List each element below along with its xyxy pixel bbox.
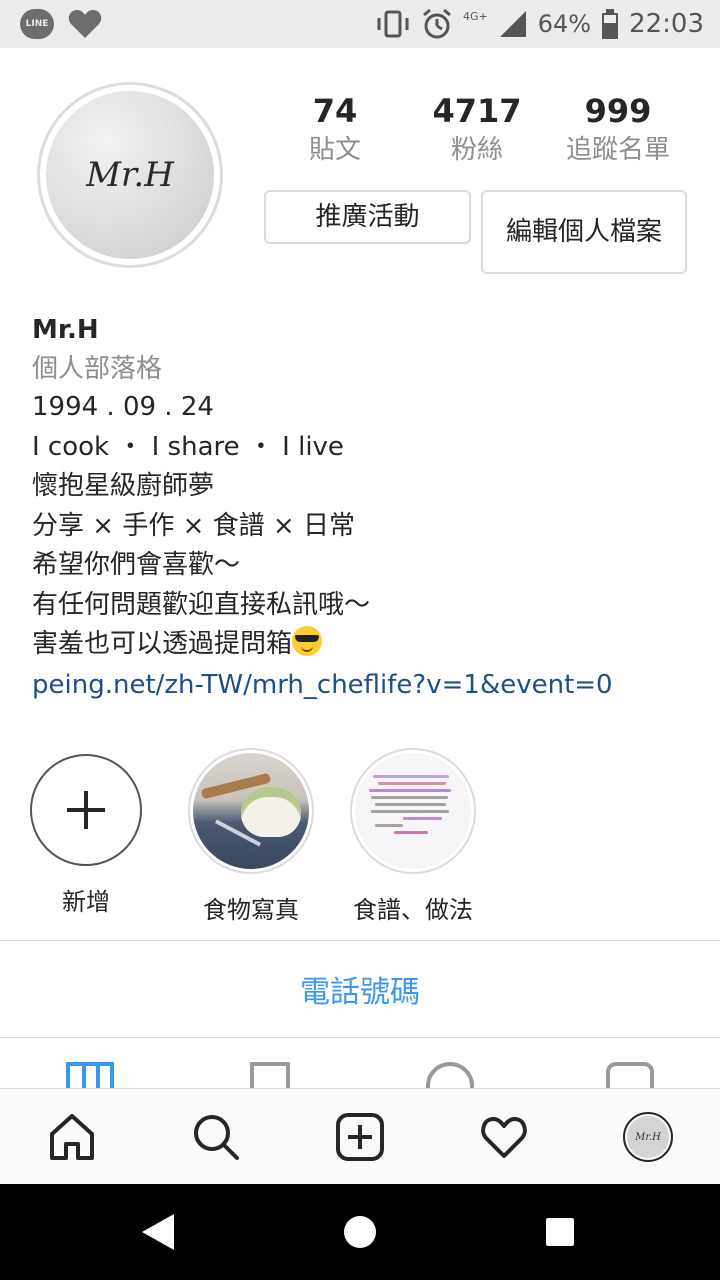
igtv-icon[interactable] [250, 1062, 290, 1088]
note-line [370, 810, 450, 813]
vibrate-icon [377, 10, 409, 38]
search-icon[interactable] [190, 1111, 242, 1163]
plus-icon [67, 791, 105, 829]
battery-percent: 64% [537, 10, 592, 38]
note-line [378, 782, 446, 785]
clock: 22:03 [629, 9, 704, 39]
posts-count[interactable]: 74 貼文 [300, 90, 370, 168]
highlight-recipes[interactable]: 食譜、做法 [346, 748, 480, 925]
signal-icon [499, 11, 526, 37]
profile-name: Mr.H [32, 315, 99, 345]
sunglasses-emoji-icon [292, 626, 323, 656]
system-navigation-bar [0, 1184, 720, 1280]
highlight-new-circle[interactable] [30, 754, 142, 866]
note-line [372, 775, 450, 778]
new-post-icon[interactable] [334, 1111, 386, 1163]
bio-line: 希望你們會喜歡～ [32, 550, 241, 580]
avatar: Mr.H [623, 1112, 673, 1162]
following-count-label: 追蹤名單 [565, 135, 670, 165]
line-badge-text: LINE [25, 19, 49, 29]
followers-count-label: 粉絲 [450, 135, 503, 165]
note-line [370, 796, 448, 799]
highlight-food-photos[interactable]: 食物寫真 [186, 748, 316, 925]
avatar-logo-text: Mr.H [86, 155, 174, 195]
highlight-cover[interactable] [188, 748, 314, 874]
bio-line-text: 害羞也可以透過提問箱 [32, 629, 293, 659]
highlight-label: 食物寫真 [203, 896, 299, 924]
following-count-value: 999 [584, 92, 652, 130]
battery-icon [602, 9, 619, 39]
avatar-image: Mr.H [46, 91, 214, 259]
profile-bio: Mr.H 個人部落格 1994 . 09 . 24 I cook ・ I sha… [32, 310, 692, 705]
bottom-navigation: Mr.H [0, 1088, 720, 1184]
note-line [403, 817, 442, 820]
highlight-new[interactable]: 新增 [29, 754, 143, 917]
posts-count-label: 貼文 [308, 135, 361, 165]
home-button-icon[interactable] [344, 1216, 376, 1248]
following-count[interactable]: 999 追蹤名單 [555, 90, 681, 168]
alarm-icon [423, 8, 451, 39]
highlight-cover-image [193, 753, 309, 869]
bowl [241, 787, 301, 837]
phone-number-button[interactable]: 電話號碼 [0, 941, 720, 1037]
line-icon: LINE [20, 9, 54, 39]
saved-icon[interactable] [426, 1062, 474, 1088]
bio-website-link[interactable]: peing.net/zh-TW/mrh_cheflife?v=1&event=0 [32, 665, 692, 705]
followers-count-value: 4717 [432, 92, 522, 130]
posts-count-value: 74 [312, 92, 358, 130]
bio-line-with-emoji: 害羞也可以透過提問箱 [32, 625, 692, 665]
highlight-label: 新增 [62, 888, 110, 916]
edit-profile-button[interactable]: 編輯個人檔案 [481, 190, 687, 274]
bio-line: 1994 . 09 . 24 [32, 392, 214, 422]
heart-icon [68, 10, 102, 38]
food-photo-image [193, 753, 309, 869]
note-line [374, 803, 446, 806]
highlight-cover-image [355, 753, 471, 869]
bio-line: 有任何問題歡迎直接私訊哦～ [32, 589, 371, 620]
bio-line: 分享 × 手作 × 食譜 × 日常 [32, 510, 355, 541]
recent-apps-icon[interactable] [546, 1218, 574, 1246]
recipe-note-image [355, 753, 471, 869]
followers-count[interactable]: 4717 粉絲 [425, 90, 529, 168]
network-label: 4G+ [462, 9, 488, 23]
profile-avatar-nav[interactable]: Mr.H [622, 1111, 674, 1163]
avatar-image: Mr.H [627, 1116, 669, 1158]
note-line [374, 824, 404, 827]
highlight-cover[interactable] [350, 748, 476, 874]
back-icon[interactable] [142, 1214, 174, 1250]
bio-line: 懷抱星級廚師夢 [32, 471, 215, 501]
profile-avatar[interactable]: Mr.H [37, 82, 223, 268]
profile-category: 個人部落格 [32, 354, 163, 384]
profile-tabs [0, 1038, 720, 1088]
status-bar: LINE 4G+ 64% 22:03 [0, 0, 720, 48]
note-line [368, 789, 452, 792]
promotions-button[interactable]: 推廣活動 [264, 190, 471, 244]
grid-icon[interactable] [66, 1062, 114, 1088]
home-icon[interactable] [46, 1111, 98, 1163]
highlight-label: 食譜、做法 [353, 896, 473, 924]
activity-heart-icon[interactable] [478, 1111, 530, 1163]
bio-line: I cook ・ I share ・ I live [32, 431, 344, 462]
tagged-icon[interactable] [606, 1062, 654, 1088]
note-line [393, 831, 429, 834]
